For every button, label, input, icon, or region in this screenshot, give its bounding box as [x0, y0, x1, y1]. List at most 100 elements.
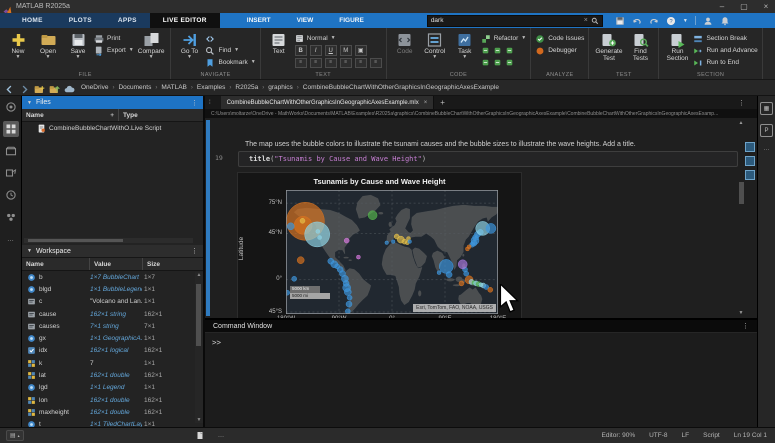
variable-row[interactable]: idx162×1 logical162×1 [22, 345, 203, 357]
tab-figure[interactable]: FIGURE [326, 13, 377, 28]
align-button[interactable]: ≡ [355, 58, 367, 68]
minimize-button[interactable]: – [717, 0, 727, 13]
format-m-button[interactable]: M [340, 45, 352, 56]
save-button[interactable]: Save▼ [64, 31, 92, 61]
community-icon[interactable] [3, 209, 19, 225]
breadcrumb-item[interactable]: R2025a [235, 84, 258, 91]
code-tool-icon[interactable] [505, 58, 514, 67]
format-b-button[interactable]: B [295, 45, 307, 56]
code-tool-icon[interactable] [493, 58, 502, 67]
chevron-down-icon[interactable]: ▼ [331, 36, 336, 41]
editor-tab[interactable]: CombineBubbleChartWithOtherGraphicsInGeo… [221, 96, 435, 109]
variable-row[interactable]: c"Volcano and Lan...1×1 [22, 296, 203, 308]
chevron-down-icon[interactable]: ▼ [16, 55, 21, 60]
files-hscrollbar[interactable] [24, 238, 193, 243]
export-button[interactable]: Export▼ [94, 45, 134, 56]
search-icon[interactable] [591, 17, 599, 25]
tab-home[interactable]: HOME [9, 13, 56, 28]
run-and-advance-button[interactable]: Run and Advance [693, 45, 757, 56]
align-button[interactable]: ≡ [370, 58, 382, 68]
format-u-button[interactable]: U [325, 45, 337, 56]
go-to-button[interactable]: Go To▼ [175, 31, 203, 61]
chevron-down-icon[interactable]: ▼ [129, 48, 134, 53]
more-icon[interactable]: … [764, 146, 770, 152]
tab-plots[interactable]: PLOTS [56, 13, 105, 28]
variable-row[interactable]: blgd1×1 BubbleLegend1×1 [22, 283, 203, 295]
code-issues-button[interactable]: Code Issues [535, 33, 584, 44]
ws-col-value[interactable]: Value [90, 258, 143, 270]
align-button[interactable]: ≡ [325, 58, 337, 68]
code-line[interactable]: title("Tsunamis by Cause and Wave Height… [238, 151, 738, 167]
compare-button[interactable]: Compare▼ [136, 31, 167, 61]
back-icon[interactable] [4, 82, 15, 93]
files-panel-header[interactable]: ▼ Files ⋮ [22, 96, 203, 109]
more-icon[interactable]: … [3, 231, 19, 247]
breadcrumb-item[interactable]: MATLAB [161, 84, 187, 91]
run-section-button[interactable]: Run Section [663, 31, 691, 64]
files-col-type[interactable]: Type [119, 109, 203, 121]
breadcrumb-item[interactable]: OneDrive [81, 84, 108, 91]
align-button[interactable]: ≡ [310, 58, 322, 68]
files-col-name[interactable]: Name+ [22, 109, 119, 121]
variable-row[interactable]: lgd1×1 Legend1×1 [22, 382, 203, 394]
apps-icon[interactable] [3, 99, 19, 115]
help-icon[interactable]: ? [666, 16, 676, 26]
files-icon[interactable] [3, 121, 19, 137]
figure-output[interactable]: Tsunamis by Cause and Wave Height Latitu… [237, 172, 522, 318]
panels-icon[interactable]: ▦ [760, 102, 773, 115]
text-button[interactable]: Text [265, 31, 293, 56]
format-i-button[interactable]: I [310, 45, 322, 56]
find-button[interactable]: Find▼ [205, 45, 255, 56]
profiler-icon[interactable]: P [760, 124, 773, 137]
chevron-down-icon[interactable]: ▼ [46, 55, 51, 60]
code-tool-icon[interactable] [493, 46, 502, 55]
bookmark-button[interactable]: Bookmark▼ [205, 57, 255, 68]
file-row[interactable]: CombineBubbleChartWithO...Live Script [22, 122, 203, 134]
tab-close-icon[interactable]: × [424, 100, 428, 106]
run-button[interactable]: Run▼ [767, 31, 775, 61]
style-dropdown[interactable]: Normal▼ [295, 33, 382, 44]
generate-test-button[interactable]: Generate Test [593, 31, 624, 64]
workspace-menu-icon[interactable]: ⋮ [191, 247, 198, 255]
code-tool-icon[interactable] [481, 58, 490, 67]
ws-col-size[interactable]: Size [143, 258, 203, 270]
print-button[interactable]: Print [94, 33, 134, 44]
live-script-text[interactable]: The map uses the bubble colors to illust… [245, 141, 745, 148]
new-folder-icon[interactable] [34, 82, 45, 93]
search-input[interactable]: dark × [427, 15, 603, 27]
clear-search-icon[interactable]: × [584, 17, 588, 24]
files-menu-icon[interactable]: ⋮ [191, 99, 198, 107]
variable-row[interactable]: lon162×1 double162×1 [22, 394, 203, 406]
refactor-button[interactable]: Refactor▼ [481, 33, 527, 44]
command-window[interactable]: Command Window ⋮ >> [205, 320, 757, 427]
breadcrumb-item[interactable]: Documents [118, 84, 151, 91]
output-thumbnail[interactable] [745, 156, 755, 166]
task-button[interactable]: Task▼ [451, 31, 479, 61]
section-break-button[interactable]: Section Break [693, 33, 757, 44]
editor-menu-icon[interactable]: ⋮ [738, 99, 745, 107]
collapse-triangle-icon[interactable]: ▼ [27, 248, 32, 254]
command-window-menu-icon[interactable]: ⋮ [742, 322, 749, 330]
open-button[interactable]: Open▼ [34, 31, 62, 61]
close-button[interactable]: × [761, 0, 771, 13]
toolbox-icon[interactable] [3, 143, 19, 159]
command-prompt[interactable]: >> [212, 338, 757, 347]
variable-row[interactable]: cause162×1 string162×1 [22, 308, 203, 320]
command-window-header[interactable]: Command Window ⋮ [205, 320, 757, 333]
share-icon[interactable] [3, 165, 19, 181]
save-icon[interactable] [615, 16, 625, 26]
output-thumbnail[interactable] [745, 170, 755, 180]
ws-col-name[interactable]: Name [22, 258, 90, 270]
chevron-down-icon[interactable]: ▼ [187, 55, 192, 60]
tab-apps[interactable]: APPS [105, 13, 150, 28]
panel-layout-button[interactable]: ▤▴ [6, 430, 24, 441]
run-to-end-button[interactable]: Run to End [693, 57, 757, 68]
forward-icon[interactable] [19, 82, 30, 93]
editor-scrollbar-thumb[interactable] [739, 182, 744, 204]
tab-live-editor[interactable]: LIVE EDITOR [150, 13, 220, 28]
output-thumbnail[interactable] [745, 142, 755, 152]
document-icon[interactable] [196, 431, 204, 440]
chevron-down-icon[interactable]: ▼ [462, 55, 467, 60]
notifications-icon[interactable] [720, 16, 730, 26]
chevron-down-icon[interactable]: ▼ [521, 36, 526, 41]
